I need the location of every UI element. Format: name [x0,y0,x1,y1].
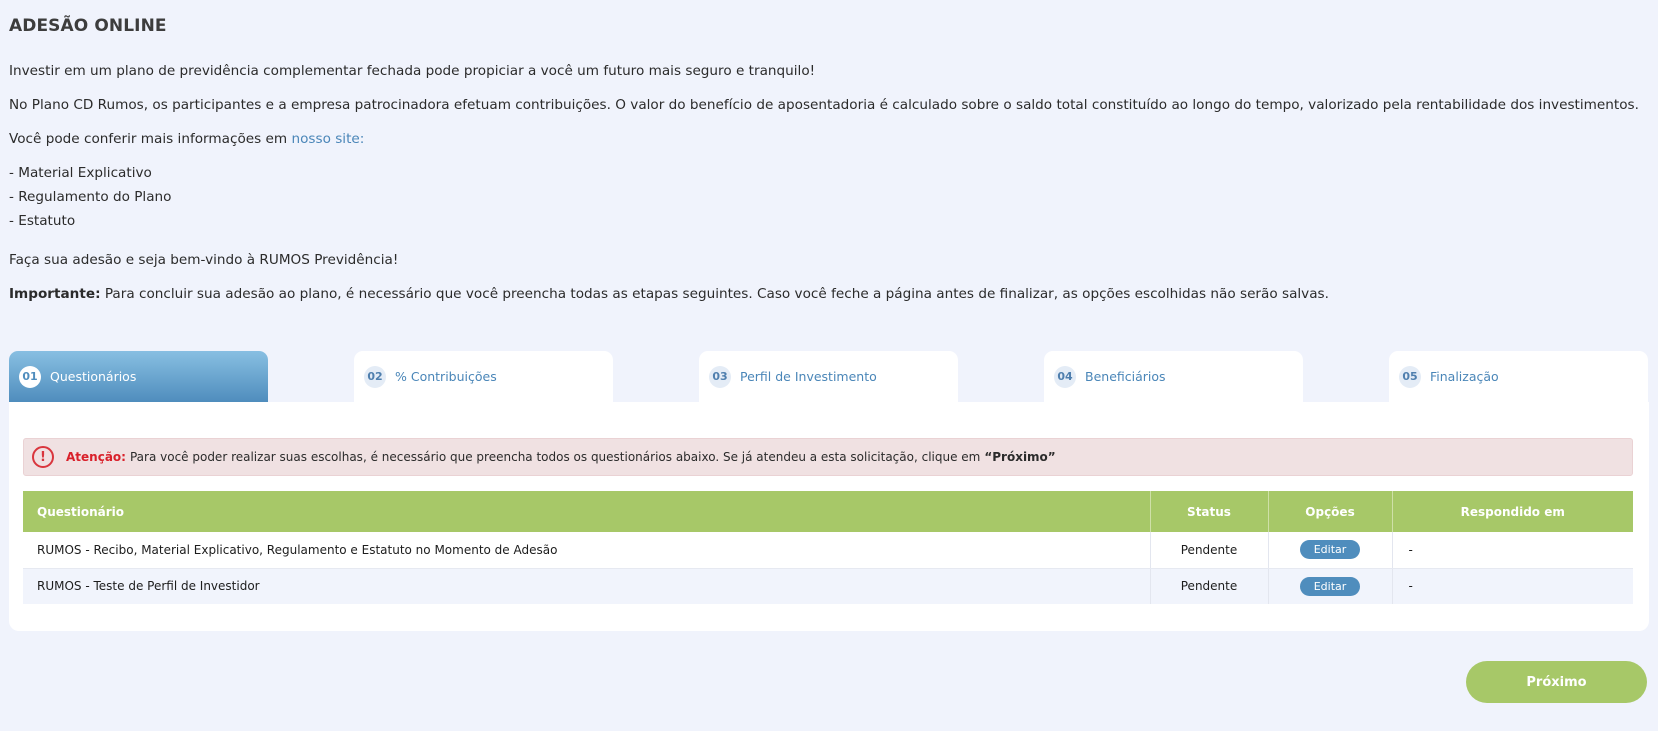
alert-next-ref: “Próximo” [984,450,1056,464]
tab-perfil-investimento[interactable]: 03 Perfil de Investimento [699,351,958,402]
doc-item-estatuto: - Estatuto [9,213,76,229]
important-text: Para concluir sua adesão ao plano, é nec… [100,286,1329,302]
header-opcoes: Opções [1268,491,1393,532]
tab-beneficiarios[interactable]: 04 Beneficiários [1044,351,1303,402]
header-respondido-em: Respondido em [1392,491,1633,532]
important-label: Importante: [9,286,101,302]
questionnaire-answered-at: - [1392,532,1633,569]
attention-alert: ! Atenção: Para você poder realizar suas… [23,438,1633,476]
questionnaire-options: Editar [1268,532,1393,569]
tab-label: Finalização [1430,369,1499,384]
exclamation-circle-icon: ! [32,446,54,468]
edit-button[interactable]: Editar [1299,576,1361,596]
tab-finalizacao[interactable]: 05 Finalização [1389,351,1648,402]
questionnaire-name: RUMOS - Recibo, Material Explicativo, Re… [23,532,1151,569]
tab-number: 03 [709,365,731,388]
page-title: ADESÃO ONLINE [9,16,167,36]
plan-description: No Plano CD Rumos, os participantes e a … [9,97,1639,113]
alert-title: Atenção: [66,450,126,464]
tab-label: Perfil de Investimento [740,369,877,384]
tab-label: % Contribuições [395,369,497,384]
site-link[interactable]: nosso site: [291,131,364,147]
alert-message: Para você poder realizar suas escolhas, … [129,450,981,464]
tab-contribuicoes[interactable]: 02 % Contribuições [354,351,613,402]
questionnaire-table: Questionário Status Opções Respondido em… [23,491,1633,604]
questionnaire-panel: ! Atenção: Para você poder realizar suas… [9,402,1649,631]
tab-number: 04 [1054,365,1076,388]
questionnaire-status: Pendente [1150,532,1269,569]
tab-label: Beneficiários [1085,369,1166,384]
tab-number: 05 [1399,365,1421,388]
info-line: Você pode conferir mais informações em n… [9,131,364,147]
info-prefix: Você pode conferir mais informações em [9,131,292,147]
doc-item-material: - Material Explicativo [9,165,152,181]
table-header-row: Questionário Status Opções Respondido em [23,491,1633,532]
important-note: Importante: Para concluir sua adesão ao … [9,286,1329,302]
table-row: RUMOS - Recibo, Material Explicativo, Re… [23,532,1633,569]
edit-button[interactable]: Editar [1299,540,1361,560]
tab-label: Questionários [50,369,137,384]
intro-text: Investir em um plano de previdência comp… [9,63,816,79]
questionnaire-answered-at: - [1392,568,1633,604]
questionnaire-name: RUMOS - Teste de Perfil de Investidor [23,568,1151,604]
doc-item-regulamento: - Regulamento do Plano [9,189,172,205]
tab-number: 01 [19,365,41,388]
header-questionario: Questionário [23,491,1151,532]
questionnaire-status: Pendente [1150,568,1269,604]
table-row: RUMOS - Teste de Perfil de Investidor Pe… [23,568,1633,604]
header-status: Status [1150,491,1269,532]
next-button[interactable]: Próximo [1466,661,1647,703]
tab-questionarios[interactable]: 01 Questionários [9,351,268,402]
welcome-text: Faça sua adesão e seja bem-vindo à RUMOS… [9,252,399,268]
questionnaire-options: Editar [1268,568,1393,604]
tab-number: 02 [364,365,386,388]
